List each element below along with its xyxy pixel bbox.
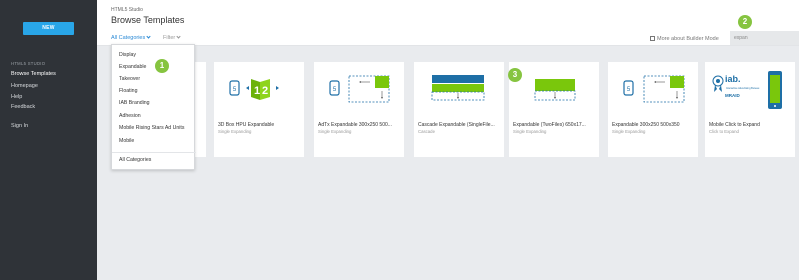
category-dropdown-menu: Display Expandable Takeover Floating IAB…: [111, 44, 196, 170]
template-type: Cascade: [418, 129, 435, 134]
template-type: Single Expanding: [318, 129, 352, 134]
callout-badge-1: 1: [155, 59, 169, 73]
template-thumbnail: [509, 62, 599, 117]
svg-text:1: 1: [254, 85, 260, 97]
iab-logo-subtext: Interactive Advertising Bureau: [726, 87, 760, 90]
menu-item-display[interactable]: Display: [119, 52, 136, 58]
header: HTML5 Studio Browse Templates All Catego…: [97, 0, 799, 46]
template-thumbnail: 5: [314, 62, 404, 117]
svg-text:5: 5: [627, 87, 631, 93]
menu-item-adhesion[interactable]: Adhesion: [119, 113, 141, 119]
template-card[interactable]: 5 AdTx Expandable 300x250 500... Single …: [314, 62, 404, 157]
sidebar-item-sign-in[interactable]: Sign In: [11, 123, 28, 129]
template-name: 3D Box HPU Expandable: [218, 122, 275, 128]
template-name: Mobile Click to Expand: [709, 122, 760, 128]
menu-item-takeover[interactable]: Takeover: [119, 76, 140, 82]
filter-dropdown[interactable]: Filter: [163, 34, 181, 41]
template-card[interactable]: iab. Interactive Advertising Bureau MRAI…: [705, 62, 795, 157]
template-thumbnail: 5 1 2: [214, 62, 304, 117]
template-type: Single Expanding: [513, 129, 547, 134]
filter-label: Filter: [163, 35, 176, 41]
menu-item-floating[interactable]: Floating: [119, 88, 137, 94]
menu-divider: [112, 152, 196, 153]
callout-badge-2: 2: [738, 15, 752, 29]
sidebar-item-help[interactable]: Help: [11, 94, 22, 100]
menu-item-iab-branding[interactable]: IAB Branding: [119, 100, 150, 106]
sidebar-item-feedback[interactable]: Feedback: [11, 104, 35, 110]
svg-text:5: 5: [233, 87, 237, 93]
mraid-label: MRAID: [725, 93, 740, 98]
template-thumbnail: [414, 62, 504, 117]
template-thumbnail: 5: [608, 62, 698, 117]
template-type: Single Expanding: [612, 129, 646, 134]
svg-text:5: 5: [333, 87, 337, 93]
search-input[interactable]: [730, 31, 799, 45]
template-name: Expandable 300x250 500x350: [612, 122, 680, 128]
template-type: Click to Expand: [709, 129, 739, 134]
template-card[interactable]: 5 1 2 3D Box HPU Expandable Single Expan…: [214, 62, 304, 157]
new-button[interactable]: NEW: [23, 22, 74, 35]
builder-mode-link[interactable]: More about Builder Mode: [650, 35, 719, 42]
template-card[interactable]: Cascade Expandable (SingleFile... Cascad…: [414, 62, 504, 157]
menu-item-expandable[interactable]: Expandable: [119, 64, 146, 70]
sidebar: NEW HTML5 STUDIO Browse Templates Homepa…: [0, 0, 97, 280]
sidebar-section-label: HTML5 STUDIO: [11, 61, 46, 66]
template-card[interactable]: Expandable (TwoFiles) 650x17... Single E…: [509, 62, 599, 157]
template-type: Single Expanding: [218, 129, 252, 134]
chevron-down-icon: [146, 34, 151, 39]
menu-item-all-categories[interactable]: All Categories: [119, 157, 151, 163]
menu-item-mobile[interactable]: Mobile: [119, 138, 134, 144]
page-title: Browse Templates: [111, 15, 185, 25]
builder-mode-link-label: More about Builder Mode: [657, 36, 719, 42]
sidebar-item-browse-templates[interactable]: Browse Templates: [11, 71, 56, 77]
app-title: HTML5 Studio: [111, 7, 143, 13]
callout-badge-3: 3: [508, 68, 522, 82]
template-thumbnail: iab. Interactive Advertising Bureau MRAI…: [705, 62, 795, 117]
template-name: Expandable (TwoFiles) 650x17...: [513, 122, 586, 128]
category-filter-label: All Categories: [111, 35, 146, 41]
chevron-down-icon: [176, 34, 181, 39]
category-filter-dropdown[interactable]: All Categories: [111, 34, 151, 41]
template-card[interactable]: 5 Expandable 300x250 500x350 Single Expa…: [608, 62, 698, 157]
iab-logo-text: iab.: [725, 74, 741, 84]
sidebar-item-homepage[interactable]: Homepage: [11, 83, 38, 89]
edit-icon: [650, 36, 655, 41]
template-name: AdTx Expandable 300x250 500...: [318, 122, 392, 128]
template-name: Cascade Expandable (SingleFile...: [418, 122, 495, 128]
svg-text:2: 2: [262, 85, 268, 97]
menu-item-mobile-rising-stars[interactable]: Mobile Rising Stars Ad Units: [119, 125, 184, 131]
